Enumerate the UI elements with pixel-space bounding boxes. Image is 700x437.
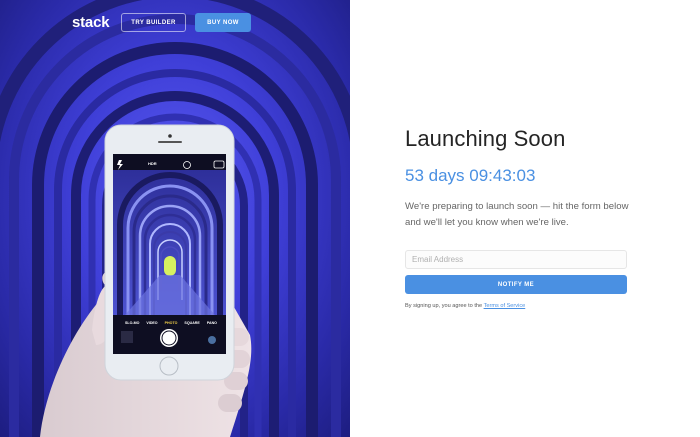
notify-me-button[interactable]: NOTIFY ME	[405, 275, 627, 294]
mode-pano: PANO	[206, 321, 217, 325]
mode-photo: PHOTO	[164, 321, 178, 325]
tunnel-arches-graphic	[0, 0, 350, 437]
legal-note: By signing up, you agree to the Terms of…	[405, 303, 525, 309]
countdown-timer: 53 days 09:43:03	[405, 166, 536, 185]
mode-square: SQUARE	[184, 321, 200, 325]
mode-slomo: SLO-MO	[125, 321, 140, 325]
hero-image: stack TRY BUILDER BUY NOW HDR SLO-MO VID…	[0, 0, 350, 437]
legal-text: By signing up, you agree to the	[405, 303, 484, 309]
phone-hdr-label: HDR	[148, 161, 157, 166]
buy-now-button[interactable]: BUY NOW	[195, 13, 251, 32]
brand-logo[interactable]: stack	[72, 14, 110, 31]
try-builder-button[interactable]: TRY BUILDER	[121, 13, 186, 32]
description-text: We're preparing to launch soon — hit the…	[405, 201, 629, 228]
mode-video: VIDEO	[146, 321, 158, 325]
email-field[interactable]	[405, 250, 627, 269]
page-title: Launching Soon	[405, 126, 566, 151]
terms-of-service-link[interactable]: Terms of Service	[484, 303, 526, 309]
phone-camera-modes: SLO-MO VIDEO PHOTO SQUARE PANO	[125, 321, 217, 325]
